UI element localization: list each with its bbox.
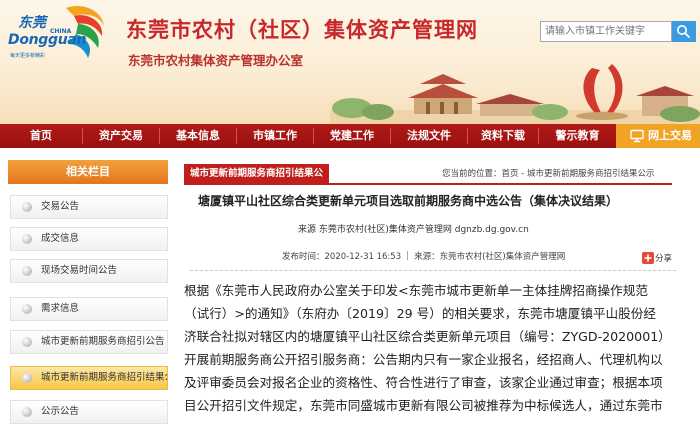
sidebar-item-label: 现场交易时间公告 (41, 265, 118, 276)
article-source-url: 来源 东莞市农村(社区)集体资产管理网 dgnzb.dg.gov.cn (298, 225, 529, 235)
dongguan-logo[interactable]: 东莞 Dongguan CHINA 每天更多新精彩 (4, 4, 112, 66)
sidebar-item-label: 城市更新前期服务商招引结果公示 (41, 372, 167, 383)
body-line: 及评审委员会对报名企业的资格性、符合性进行了审查，该家企业通过审查；根据本项 (184, 375, 663, 390)
sidebar-item-public-notice[interactable]: 公示公告 (10, 400, 168, 424)
sidebar-item-label: 公示公告 (41, 406, 80, 417)
breadcrumb-current-link[interactable]: 城市更新前期服务商招引结果公示 (527, 169, 655, 179)
body-line: 济联合社拟对辖区内的塘厦镇平山社区综合类更新单元项目（编号：ZYGD-20200… (184, 329, 671, 344)
sidebar-item-onsite-schedule[interactable]: 现场交易时间公告 (10, 259, 168, 283)
bullet-icon (22, 373, 32, 383)
nav-item-warning-education[interactable]: 警示教育 (539, 124, 616, 148)
breadcrumb-prefix: 您当前的位置： (442, 169, 502, 179)
online-trading-label: 网上交易 (648, 129, 692, 142)
body-line: （试行）>的通知》（东府办〔2019〕29 号）的相关要求，东莞市塘厦镇平山股份… (184, 306, 656, 321)
nav-item-basic-info[interactable]: 基本信息 (160, 124, 236, 148)
sidebar-item-label: 交易公告 (41, 201, 80, 212)
sidebar-item-renewal-recruit-result[interactable]: 城市更新前期服务商招引结果公示 (10, 366, 168, 390)
page-root: { "header": { "logo": { "cn": "东莞", "en"… (0, 0, 700, 434)
sidebar-item-demand-info[interactable]: 需求信息 (10, 297, 168, 321)
nav-item-asset-trading[interactable]: 资产交易 (83, 124, 159, 148)
main-content: 城市更新前期服务商招引结果公 您当前的位置：首页 - 城市更新前期服务商招引结果… (184, 160, 700, 434)
bullet-icon (22, 266, 32, 276)
sidebar-heading: 相关栏目 (8, 160, 168, 184)
nav-item-party-building[interactable]: 党建工作 (314, 124, 390, 148)
share-label: 分享 (655, 254, 673, 264)
tab-renewal-result[interactable]: 城市更新前期服务商招引结果公 (184, 164, 330, 183)
site-title: 东莞市农村（社区）集体资产管理网 (126, 18, 478, 42)
logo-chinese-text: 东莞 (18, 15, 46, 31)
search-button[interactable] (672, 21, 696, 42)
bullet-icon (22, 337, 32, 347)
sidebar-item-trading-notice[interactable]: 交易公告 (10, 195, 168, 219)
main-nav: 首页 资产交易 基本信息 市镇工作 党建工作 法规文件 资料下载 警示教育 (0, 124, 700, 148)
breadcrumb-home-link[interactable]: 首页 (502, 169, 519, 179)
breadcrumb: 您当前的位置：首页 - 城市更新前期服务商招引结果公示 (442, 167, 655, 179)
nav-item-downloads[interactable]: 资料下载 (468, 124, 538, 148)
header-scenery-illustration (330, 64, 700, 124)
breadcrumb-separator: - (518, 169, 528, 179)
nav-item-home[interactable]: 首页 (0, 124, 82, 148)
bullet-icon (22, 304, 32, 314)
body-line: 根据《东莞市人民政府办公室关于印发<东莞市城市更新单一主体挂牌招商操作规范 (184, 283, 648, 298)
sidebar: 相关栏目 交易公告 成交信息 现场交易时间公告 需求信息 城市更新前期服务商招引… (4, 160, 174, 434)
search-icon (677, 25, 691, 39)
search-input[interactable] (540, 21, 672, 42)
body-line: 开展前期服务商公开招引服务商：公告期内只有一家企业报名，经招商人、代理机构以 (184, 352, 663, 367)
publish-date: 发布时间：2020-12-31 16:53 (282, 252, 402, 262)
bullet-icon (22, 407, 32, 417)
online-trading-button[interactable]: 网上交易 (616, 124, 700, 148)
share-button[interactable]: 分享 (642, 252, 682, 264)
sidebar-item-label: 城市更新前期服务商招引公告 (41, 336, 165, 347)
article-body: 根据《东莞市人民政府办公室关于印发<东莞市城市更新单一主体挂牌招商操作规范 （试… (184, 279, 680, 417)
sidebar-item-label: 需求信息 (41, 303, 80, 314)
bullet-icon (22, 234, 32, 244)
logo-slogan: 每天更多新精彩 (10, 53, 46, 59)
monitor-icon (630, 129, 644, 143)
article-meta: 发布时间：2020-12-31 16:53 来源：东莞市农村(社区)集体资产管理网 (282, 250, 565, 262)
nav-item-town-work[interactable]: 市镇工作 (237, 124, 313, 148)
nav-item-regulations[interactable]: 法规文件 (391, 124, 467, 148)
article-divider (190, 270, 676, 271)
site-subtitle: 东莞市农村集体资产管理办公室 (128, 53, 304, 68)
logo-country-text: CHINA (50, 28, 72, 35)
article-source: 来源：东莞市农村(社区)集体资产管理网 (414, 252, 566, 262)
logo-english-text: Dongguan (8, 32, 87, 48)
section-tabbar: 城市更新前期服务商招引结果公 您当前的位置：首页 - 城市更新前期服务商招引结果… (184, 164, 672, 185)
sidebar-item-label: 成交信息 (41, 233, 80, 244)
bullet-icon (22, 202, 32, 212)
site-header: 东莞 Dongguan CHINA 每天更多新精彩 东莞市农村（社区）集体资产管… (0, 0, 700, 124)
sidebar-item-transaction-info[interactable]: 成交信息 (10, 227, 168, 251)
sidebar-item-renewal-recruit-notice[interactable]: 城市更新前期服务商招引公告 (10, 330, 168, 354)
share-plus-icon (642, 252, 654, 264)
meta-divider (407, 251, 409, 260)
body-line: 目公开招引文件规定，东莞市同盛城市更新有限公司被推荐为中标候选人，通过东莞市 (184, 398, 663, 413)
article-title: 塘厦镇平山社区综合类更新单元项目选取前期服务商中选公告（集体决议结果） (198, 194, 619, 208)
